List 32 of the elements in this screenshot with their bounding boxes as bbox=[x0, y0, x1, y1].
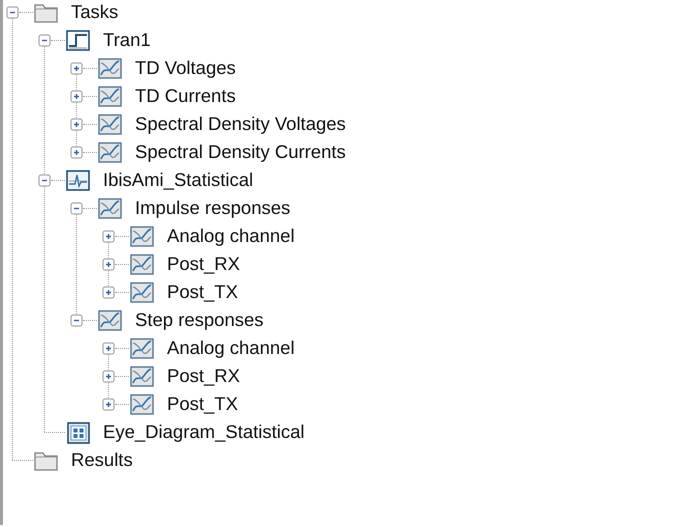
collapse-icon[interactable] bbox=[38, 174, 51, 186]
expand-icon[interactable] bbox=[70, 62, 83, 74]
tree-item[interactable]: Tran1 bbox=[103, 26, 151, 54]
tree-item[interactable]: TD Voltages bbox=[135, 54, 236, 82]
tree-item[interactable]: Results bbox=[71, 446, 133, 474]
expand-icon[interactable] bbox=[102, 258, 115, 270]
expand-icon[interactable] bbox=[102, 342, 115, 354]
tree-item[interactable]: TD Currents bbox=[135, 82, 236, 110]
expand-icon[interactable] bbox=[70, 146, 83, 158]
expand-icon[interactable] bbox=[70, 90, 83, 102]
tree-item[interactable]: Post_TX bbox=[167, 390, 238, 418]
tree-item[interactable]: Post_RX bbox=[167, 362, 240, 390]
collapse-icon[interactable] bbox=[70, 202, 83, 214]
tree-item[interactable]: Eye_Diagram_Statistical bbox=[103, 418, 305, 446]
tree-item[interactable]: Step responses bbox=[135, 306, 264, 334]
tree-item[interactable]: Post_RX bbox=[167, 250, 240, 278]
expand-icon[interactable] bbox=[102, 230, 115, 242]
tree-item[interactable]: IbisAmi_Statistical bbox=[103, 166, 254, 194]
tree-item[interactable]: Spectral Density Currents bbox=[135, 138, 346, 166]
collapse-icon[interactable] bbox=[38, 34, 51, 46]
tree-item[interactable]: Spectral Density Voltages bbox=[135, 110, 346, 138]
tree-item[interactable]: Tasks bbox=[71, 0, 118, 26]
tree-item[interactable]: Analog channel bbox=[167, 334, 295, 362]
expand-icon[interactable] bbox=[102, 370, 115, 382]
expand-icon[interactable] bbox=[70, 118, 83, 130]
expand-icon[interactable] bbox=[102, 398, 115, 410]
collapse-icon[interactable] bbox=[6, 6, 19, 18]
collapse-icon[interactable] bbox=[70, 314, 83, 326]
tree-item[interactable]: Post_TX bbox=[167, 278, 238, 306]
expand-icon[interactable] bbox=[102, 286, 115, 298]
tree-item[interactable]: Impulse responses bbox=[135, 194, 290, 222]
tree-item[interactable]: Analog channel bbox=[167, 222, 295, 250]
